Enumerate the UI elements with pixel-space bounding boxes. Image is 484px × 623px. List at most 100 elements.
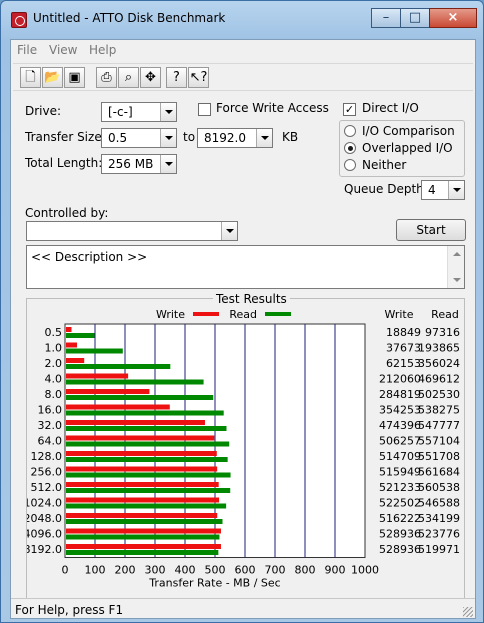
write-value: 474396 (379, 419, 421, 432)
read-value: 356024 (418, 357, 460, 370)
transfer-size-label: 32.0 (38, 419, 63, 432)
write-bar (66, 528, 221, 534)
save-button[interactable]: ▣ (64, 67, 85, 88)
chevron-down-icon (448, 181, 464, 199)
context-help-icon: ↖? (189, 70, 208, 85)
transfer-size-label: 64.0 (38, 435, 63, 448)
read-value: 557104 (418, 435, 460, 448)
write-bar (66, 420, 205, 425)
x-tick-label: 700 (265, 564, 286, 577)
minimize-button[interactable]: – (371, 8, 401, 28)
read-value: 469612 (418, 373, 460, 386)
read-value: 551708 (418, 450, 460, 463)
neither-radio[interactable] (344, 159, 356, 171)
transfer-size-label: 1024.0 (27, 497, 62, 510)
controlled-by-select[interactable] (26, 221, 238, 241)
menu-bar: File View Help (11, 40, 475, 60)
read-value: 546588 (418, 497, 460, 510)
x-tick-label: 200 (115, 564, 136, 577)
write-value: 515949 (379, 466, 421, 479)
neither-label: Neither (362, 158, 407, 172)
transfer-to-select[interactable]: 8192.0 (197, 128, 273, 148)
menu-help[interactable]: Help (89, 43, 116, 57)
read-bar (66, 472, 231, 478)
write-bar (66, 327, 72, 332)
write-bar (66, 404, 170, 410)
write-bar (66, 451, 217, 456)
overlapped-io-radio[interactable] (344, 142, 356, 154)
x-tick-label: 0 (62, 564, 69, 577)
read-bar (66, 379, 204, 385)
x-tick-label: 1000 (351, 564, 379, 577)
read-bar (66, 441, 230, 447)
direct-io-checkbox[interactable]: ✓ (343, 103, 356, 116)
status-text: For Help, press F1 (15, 603, 124, 617)
transfer-size-label: 1.0 (45, 342, 63, 355)
x-tick-label: 300 (145, 564, 166, 577)
read-bar (66, 519, 223, 524)
resize-grip-icon[interactable] (463, 607, 473, 617)
write-value: 506257 (379, 435, 421, 448)
drive-select[interactable]: [-c-] (101, 102, 177, 122)
context-help-button[interactable]: ↖? (188, 67, 209, 88)
transfer-size-label: 8192.0 (27, 543, 62, 556)
description-scrollbar[interactable] (447, 246, 464, 288)
legend-read-swatch (265, 312, 291, 316)
minimize-icon: – (382, 10, 390, 25)
help-button[interactable]: ? (166, 67, 187, 88)
print-preview-button[interactable]: ⌕ (118, 67, 139, 88)
read-bar (66, 503, 227, 509)
write-value: 18849 (386, 326, 421, 339)
new-file-button[interactable]: 🗋 (20, 67, 41, 88)
maximize-button[interactable]: □ (400, 8, 430, 28)
atto-window: Untitled - ATTO Disk Benchmark – □ × Fil… (0, 0, 484, 623)
read-value: 193865 (418, 342, 460, 355)
move-button[interactable]: ✥ (140, 67, 161, 88)
open-button[interactable]: 📂 (42, 67, 63, 88)
transfer-size-label: 16.0 (38, 404, 63, 417)
legend-read-label: Read (229, 308, 257, 321)
menu-view[interactable]: View (49, 43, 77, 57)
read-bar (66, 534, 220, 540)
close-button[interactable]: × (429, 8, 477, 28)
write-bar (66, 513, 218, 518)
force-write-label: Force Write Access (216, 101, 329, 115)
close-icon: × (447, 10, 459, 25)
transfer-from-value: 0.5 (108, 131, 128, 145)
transfer-size-label: 2048.0 (27, 512, 62, 525)
write-bar (66, 389, 150, 394)
io-comparison-radio[interactable] (344, 125, 356, 137)
x-tick-label: 400 (175, 564, 196, 577)
description-box[interactable]: << Description >> (26, 245, 465, 289)
total-length-value: 256 MB (108, 157, 154, 171)
title-bar[interactable]: Untitled - ATTO Disk Benchmark – □ × (1, 1, 483, 37)
read-bar (66, 457, 228, 462)
controlled-by-label: Controlled by: (25, 206, 109, 220)
open-folder-icon: 📂 (44, 70, 61, 85)
print-button[interactable]: ⎙ (96, 67, 117, 88)
force-write-checkbox[interactable] (198, 103, 211, 116)
save-icon: ▣ (68, 70, 81, 85)
write-value: 516222 (379, 512, 421, 525)
x-tick-label: 100 (85, 564, 106, 577)
x-tick-label: 900 (325, 564, 346, 577)
direct-io-label: Direct I/O (362, 101, 419, 115)
read-bar (66, 410, 224, 416)
transfer-size-label: 4096.0 (27, 528, 62, 541)
transfer-size-label: 0.5 (45, 326, 63, 339)
transfer-size-label: 2.0 (45, 357, 63, 370)
queue-depth-select[interactable]: 4 (421, 180, 465, 200)
maximize-icon: □ (408, 10, 422, 25)
write-value: 62153 (386, 357, 421, 370)
write-value: 528936 (379, 528, 421, 541)
total-length-select[interactable]: 256 MB (101, 154, 177, 174)
menu-file[interactable]: File (17, 43, 37, 57)
io-comparison-label: I/O Comparison (362, 124, 455, 138)
read-bar (66, 395, 214, 400)
transfer-from-select[interactable]: 0.5 (101, 128, 177, 148)
toolbar: 🗋 📂 ▣ ⎙ ⌕ ✥ ? ↖? (13, 63, 473, 91)
read-value: 560538 (418, 481, 460, 494)
total-length-label: Total Length: (25, 156, 103, 170)
write-bar (66, 482, 219, 487)
start-button[interactable]: Start (396, 219, 466, 241)
